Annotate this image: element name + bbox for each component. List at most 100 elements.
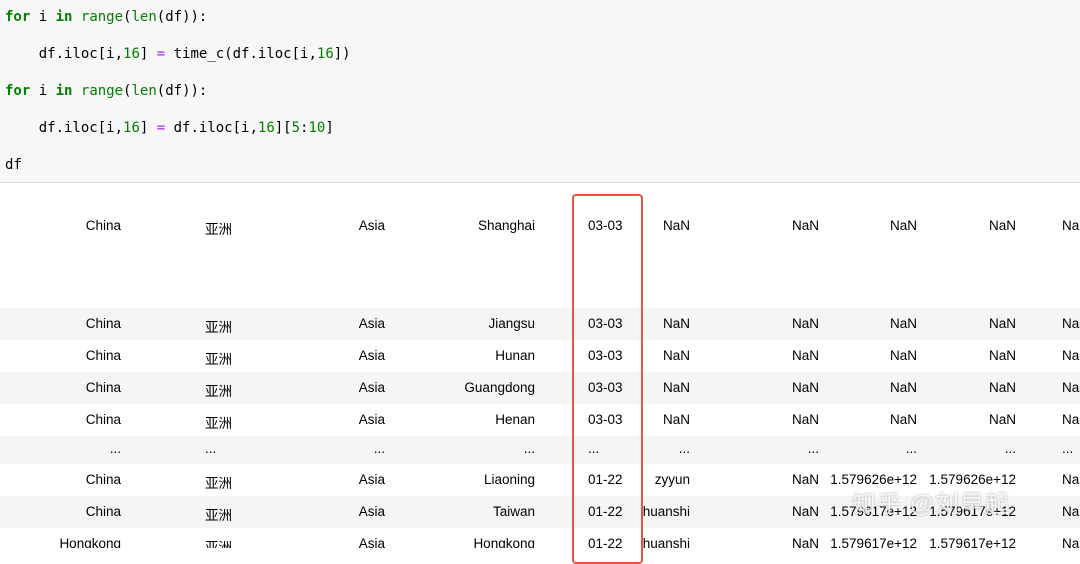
- table-cell: ...: [205, 441, 217, 456]
- table-cell: 01-22: [588, 472, 623, 487]
- table-cell: ...: [1062, 441, 1074, 456]
- table-cell: China: [85, 316, 121, 331]
- table-cell: NaN: [988, 218, 1016, 233]
- table-cell: NaN: [988, 348, 1016, 363]
- table-cell: Asia: [358, 412, 385, 427]
- table-cell: Asia: [358, 348, 385, 363]
- table-cell: ...: [1004, 441, 1016, 456]
- table-cell: China: [85, 380, 121, 395]
- table-cell: NaN: [791, 536, 819, 548]
- table-cell: 亚洲: [205, 320, 232, 335]
- code-line-2: df.iloc[i,16] = time_c(df.iloc[i,16]): [5, 46, 351, 62]
- table-cell: Jiangsu: [488, 316, 535, 331]
- table-cell: Guangdong: [464, 380, 535, 395]
- table-cell: ...: [109, 441, 121, 456]
- code-line-4: df.iloc[i,16] = df.iloc[i,16][5:10]: [5, 120, 334, 136]
- table-cell: China: [85, 504, 121, 519]
- table-cell: China: [85, 412, 121, 427]
- table-cell: ...: [588, 441, 600, 456]
- table-cell: NaN: [988, 316, 1016, 331]
- table-cell: 1.579617e+12: [830, 536, 917, 548]
- table-cell: 01-22: [588, 504, 623, 519]
- table-cell: ...: [678, 441, 690, 456]
- table-cell: Liaoning: [483, 472, 535, 487]
- table-row: China 亚洲 Asia Hunan 03-03 NaN NaN NaN NaN NaN: [0, 340, 1080, 372]
- table-cell: Henan: [495, 412, 535, 427]
- table-cell: 亚洲: [205, 476, 232, 491]
- table-cell: zyyun: [654, 472, 690, 487]
- table-cell: NaN: [662, 412, 690, 427]
- table-cell: NaN: [1062, 380, 1080, 395]
- table-cell: NaN: [988, 412, 1016, 427]
- table-cell: Asia: [358, 472, 385, 487]
- table-cell: huanshi: [642, 536, 690, 548]
- table-cell: NaN: [791, 316, 819, 331]
- table-cell: NaN: [662, 348, 690, 363]
- table-cell: 03-03: [588, 316, 623, 331]
- table-cell: Asia: [358, 504, 385, 519]
- table-cell: NaN: [791, 348, 819, 363]
- table-row: China 亚洲 Asia Guangdong 03-03 NaN NaN NaN NaN NaN: [0, 372, 1080, 404]
- table-row: Hongkong 亚洲 Asia Hongkong 01-22 huanshi NaN 1.5…: [0, 528, 1080, 548]
- table-cell: NaN: [791, 472, 819, 487]
- table-cell: huanshi: [642, 504, 690, 519]
- table-cell: NaN: [1062, 316, 1080, 331]
- table-cell: 01-22: [588, 536, 623, 548]
- table-row: ..............................: [0, 436, 1080, 464]
- table-cell: NaN: [791, 504, 819, 519]
- table-cell: 亚洲: [205, 222, 232, 237]
- table-row: China 亚洲 Asia Shanghai 03-03 NaN NaN NaN NaN NaN: [0, 183, 1080, 308]
- table-row: China 亚洲 Asia Henan 03-03 NaN NaN NaN NaN NaN: [0, 404, 1080, 436]
- table-cell: 03-03: [588, 218, 623, 233]
- table-cell: 1.579617e+12: [929, 536, 1016, 548]
- table-cell: ...: [807, 441, 819, 456]
- table-cell: 亚洲: [205, 416, 232, 431]
- table-cell: 亚洲: [205, 508, 232, 523]
- table-cell: Hongkong: [59, 536, 121, 548]
- table-cell: NaN: [1062, 472, 1080, 487]
- code-line-1: for i in range(len(df)):: [5, 9, 208, 25]
- table-cell: NaN: [1062, 348, 1080, 363]
- table-cell: Asia: [358, 536, 385, 548]
- table-cell: Asia: [358, 218, 385, 233]
- table-cell: 03-03: [588, 348, 623, 363]
- table-cell: NaN: [889, 348, 917, 363]
- table-cell: China: [85, 348, 121, 363]
- table-cell: Taiwan: [492, 504, 535, 519]
- table-cell: NaN: [889, 218, 917, 233]
- table-cell: Hunan: [495, 348, 535, 363]
- table-cell: Hongkong: [473, 536, 535, 548]
- table-cell: NaN: [662, 218, 690, 233]
- table-cell: NaN: [662, 316, 690, 331]
- table-row: China 亚洲 Asia Jiangsu 03-03 NaN NaN NaN NaN NaN: [0, 308, 1080, 340]
- watermark: 知乎 @刘早起: [852, 491, 1011, 518]
- table-cell: 亚洲: [205, 384, 232, 399]
- table-cell: 03-03: [588, 380, 623, 395]
- table-cell: China: [85, 218, 121, 233]
- table-cell: NaN: [1062, 218, 1080, 233]
- table-cell: 亚洲: [205, 540, 232, 548]
- table-cell: ...: [905, 441, 917, 456]
- table-cell: China: [85, 472, 121, 487]
- table-cell: NaN: [889, 380, 917, 395]
- code-line-5: df: [5, 157, 22, 173]
- table-cell: NaN: [662, 380, 690, 395]
- table-cell: Asia: [358, 316, 385, 331]
- table-cell: ...: [523, 441, 535, 456]
- table-cell: NaN: [791, 412, 819, 427]
- table-cell: NaN: [1062, 536, 1080, 548]
- table-cell: Asia: [358, 380, 385, 395]
- table-cell: NaN: [889, 316, 917, 331]
- table-cell: Shanghai: [477, 218, 535, 233]
- table-cell: NaN: [791, 380, 819, 395]
- code-cell[interactable]: for i in range(len(df)): df.iloc[i,16] =…: [0, 0, 1080, 183]
- table-cell: NaN: [889, 412, 917, 427]
- table-cell: 亚洲: [205, 352, 232, 367]
- table-cell: NaN: [791, 218, 819, 233]
- table-cell: NaN: [1062, 412, 1080, 427]
- table-cell: NaN: [988, 380, 1016, 395]
- table-cell: NaN: [1062, 504, 1080, 519]
- code-line-3: for i in range(len(df)):: [5, 83, 208, 99]
- table-cell: ...: [373, 441, 385, 456]
- table-cell: 03-03: [588, 412, 623, 427]
